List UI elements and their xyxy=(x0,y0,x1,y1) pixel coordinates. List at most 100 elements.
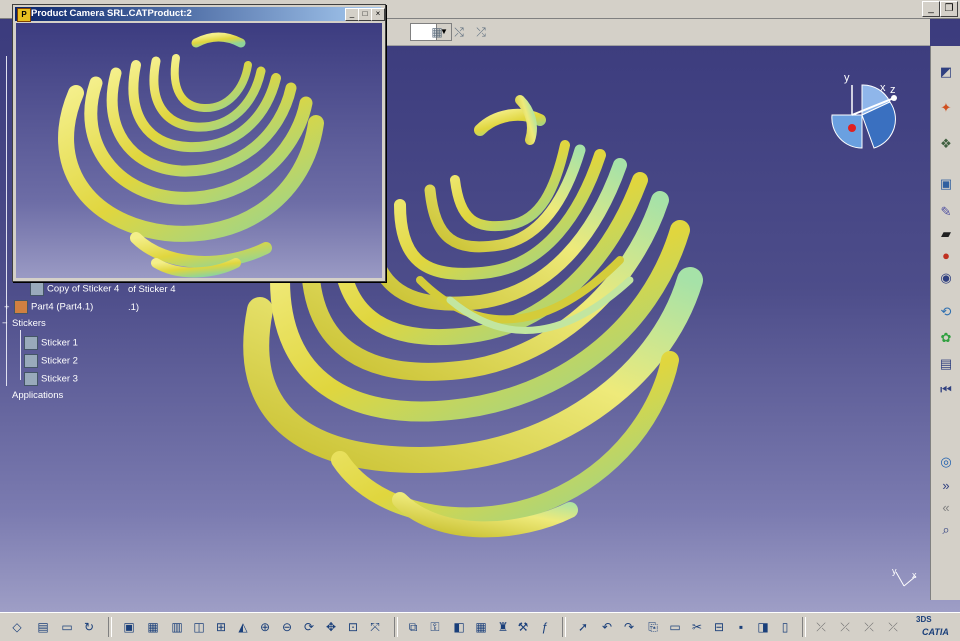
rewind-icon[interactable]: « xyxy=(936,498,956,518)
align-disabled-icon[interactable]: ⤫ xyxy=(860,618,878,636)
tree-item-part4[interactable]: + Part4 (Part4.1) xyxy=(4,300,93,314)
tree-item-suffix: .1) xyxy=(128,302,139,313)
video-camera-icon[interactable]: ▰ xyxy=(936,224,956,244)
hide-show-icon[interactable]: ⧉ xyxy=(404,618,422,636)
sticker-tool-icon[interactable]: ✎ xyxy=(936,202,956,222)
pointer-icon[interactable]: ➚ xyxy=(574,618,592,636)
redo-icon[interactable]: ↷ xyxy=(620,618,638,636)
sticker-icon xyxy=(24,372,38,386)
toolbar-separator xyxy=(108,617,112,637)
compass-widget[interactable]: y x z xyxy=(822,70,902,160)
material-icon[interactable]: ♜ xyxy=(494,618,512,636)
tree-item-label: Copy of Sticker 4 xyxy=(47,283,120,295)
fast-forward-icon[interactable]: » xyxy=(936,476,956,496)
camera-viewport[interactable] xyxy=(16,23,382,278)
fit-all-icon[interactable]: ▣ xyxy=(120,618,138,636)
tree-item-suffix: of Sticker 4 xyxy=(128,284,176,295)
shading-icon[interactable]: ◧ xyxy=(450,618,468,636)
table-icon[interactable]: ▦ xyxy=(472,618,490,636)
cut-icon[interactable]: ✂ xyxy=(688,618,706,636)
logo-text: CATIA xyxy=(922,627,949,637)
expand-icon[interactable]: + xyxy=(4,302,14,313)
wrench-icon[interactable]: ⚒ xyxy=(514,618,532,636)
target-icon[interactable]: ◎ xyxy=(936,452,956,472)
print-icon[interactable]: ▤ xyxy=(34,618,52,636)
cube-icon[interactable]: ◫ xyxy=(190,618,208,636)
logo-prefix: 3DS xyxy=(916,615,932,624)
normal-view-icon[interactable]: ⊡ xyxy=(344,618,362,636)
tree-item-label: Part4 (Part4.1) xyxy=(31,301,94,313)
sticker-icon xyxy=(24,336,38,350)
snap-disabled-icon[interactable]: ⤫ xyxy=(812,618,830,636)
grid-disabled-icon[interactable]: ⤫ xyxy=(884,618,902,636)
product-camera-window[interactable]: P Product Camera SRL.CATProduct:2 _ □ × xyxy=(12,4,386,282)
snap-alt-icon[interactable]: ⤮ xyxy=(472,23,490,41)
window-title: Product Camera SRL.CATProduct:2 xyxy=(31,8,192,19)
save-icon[interactable]: ▪ xyxy=(732,618,750,636)
constraint-disabled-icon[interactable]: ⤫ xyxy=(836,618,854,636)
toolbar-separator xyxy=(562,617,566,637)
zoom-in-icon[interactable]: ⊕ xyxy=(256,618,274,636)
open-folder-icon[interactable]: ◨ xyxy=(754,618,772,636)
light-icon[interactable]: ✦ xyxy=(936,98,956,118)
tree-item-sticker-2[interactable]: Sticker 2 xyxy=(24,354,78,368)
player-icon[interactable]: ⏮ xyxy=(936,380,956,400)
globe-icon[interactable]: ◉ xyxy=(936,268,956,288)
part-icon xyxy=(14,300,28,314)
compass-x-label: x xyxy=(880,82,886,94)
turntable-icon[interactable]: ✿ xyxy=(936,328,956,348)
scene-icon[interactable]: ● xyxy=(936,246,956,266)
tree-item-label: Sticker 3 xyxy=(41,373,78,385)
tree-item-label: Sticker 1 xyxy=(41,337,78,349)
fx-icon[interactable]: ƒ xyxy=(536,618,554,636)
3d-model-camera-view[interactable] xyxy=(16,23,382,278)
window-minimize-button[interactable]: _ xyxy=(345,8,359,21)
tree-item-applications[interactable]: Applications xyxy=(12,390,63,401)
bottom-toolbar: ◇ ▤ ▭ ↻ ▣ ▦ ▥ ◫ ⊞ ◭ ⊕ ⊖ ⟳ ✥ ⊡ ⤧ ⧉ ⚿ ◧ ▦ … xyxy=(0,612,960,641)
select-icon[interactable]: ◇ xyxy=(8,618,26,636)
tree-item-label: Applications xyxy=(12,390,64,401)
rotate-icon[interactable]: ⟳ xyxy=(300,618,318,636)
sticker-icon xyxy=(24,354,38,368)
top-toolbar: ▼ ▦ ⤭ ⤮ xyxy=(384,19,930,46)
zoom-out-icon[interactable]: ⊖ xyxy=(278,618,296,636)
page-icon[interactable]: ▭ xyxy=(58,618,76,636)
animation-icon[interactable]: ⟲ xyxy=(936,302,956,322)
window-title-bar[interactable]: P Product Camera SRL.CATProduct:2 _ □ × xyxy=(15,7,385,22)
tree-item-sticker-3[interactable]: Sticker 3 xyxy=(24,372,78,386)
catia-product-icon: P xyxy=(17,8,31,22)
render-icon[interactable]: ◩ xyxy=(936,62,956,82)
right-toolbar: ◩ ✦ ❖ ▣ ✎ ▰ ● ◉ ⟲ ✿ ▤ ⏮ ◎ » « ⌕ xyxy=(930,46,960,600)
refresh-icon[interactable]: ↻ xyxy=(80,618,98,636)
search-icon[interactable]: ⌕ xyxy=(936,520,956,540)
window-maximize-button[interactable]: □ xyxy=(358,8,372,21)
corner-y-label: y xyxy=(892,566,897,576)
simulation-icon[interactable]: ▤ xyxy=(936,354,956,374)
pan-icon[interactable]: ✥ xyxy=(322,618,340,636)
collapse-icon[interactable]: − xyxy=(2,318,12,329)
fly-icon[interactable]: ◭ xyxy=(234,618,252,636)
catia-logo: 3DS CATIA xyxy=(916,615,956,639)
camera-icon[interactable]: ▣ xyxy=(936,174,956,194)
new-document-icon[interactable]: ▯ xyxy=(776,618,794,636)
tree-item-copy-sticker-4[interactable]: Copy of Sticker 4 xyxy=(30,282,119,296)
window-close-button[interactable]: × xyxy=(371,8,385,21)
corner-axis-indicator: y x xyxy=(890,566,920,592)
tree-item-stickers[interactable]: − Stickers xyxy=(2,318,46,329)
undo-icon[interactable]: ↶ xyxy=(598,618,616,636)
measure-icon[interactable]: ⤧ xyxy=(366,618,384,636)
snap-icon[interactable]: ⤭ xyxy=(450,23,468,41)
lock-icon[interactable]: ⚿ xyxy=(426,618,444,636)
view-icon[interactable]: ▦ xyxy=(144,618,162,636)
main-minimize-button[interactable]: _ xyxy=(922,1,940,17)
tree-connector xyxy=(20,330,21,380)
grid-icon[interactable]: ▦ xyxy=(428,23,446,41)
paste-icon[interactable]: ▭ xyxy=(666,618,684,636)
main-restore-button[interactable]: ❐ xyxy=(940,1,958,17)
copy-icon[interactable]: ⎘ xyxy=(644,618,662,636)
tree-item-sticker-1[interactable]: Sticker 1 xyxy=(24,336,78,350)
cylinder-icon[interactable]: ▥ xyxy=(168,618,186,636)
tree-icon[interactable]: ⊟ xyxy=(710,618,728,636)
environment-icon[interactable]: ❖ xyxy=(936,134,956,154)
multi-view-icon[interactable]: ⊞ xyxy=(212,618,230,636)
